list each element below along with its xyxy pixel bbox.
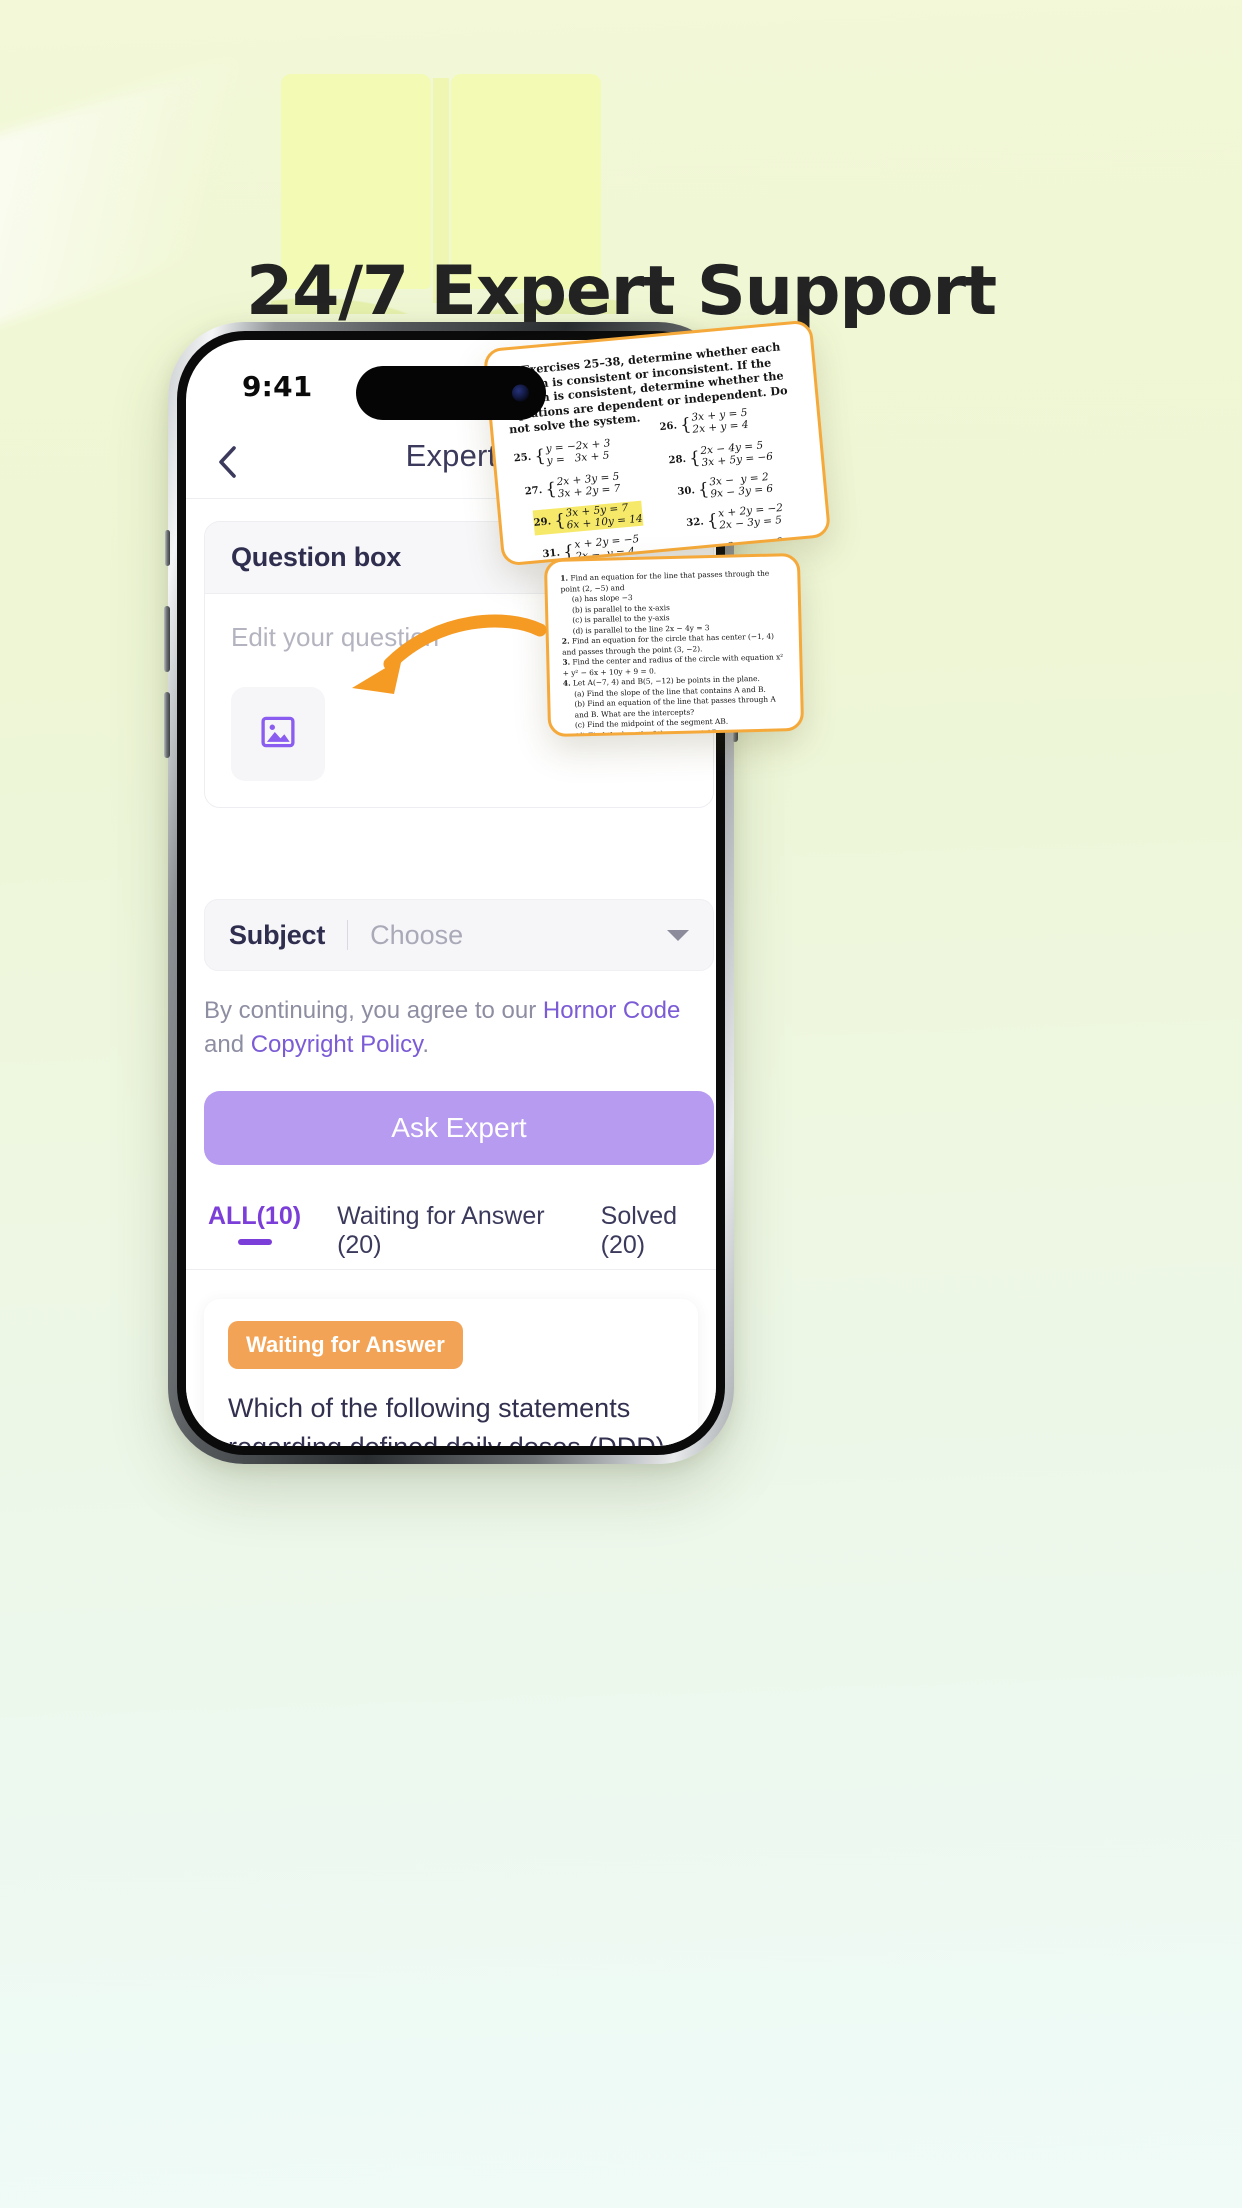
problem-32: 32. {x + 2y = −2 2x − 3y = 5 xyxy=(685,501,784,532)
problem-30: 30. {3x − y = 2 9x − 3y = 6 xyxy=(677,470,774,501)
status-time: 9:41 xyxy=(242,370,313,403)
question-card[interactable]: Waiting for Answer Which of the followin… xyxy=(204,1299,698,1446)
silent-switch[interactable] xyxy=(165,530,170,566)
tab-waiting[interactable]: Waiting for Answer (20) xyxy=(337,1202,571,1274)
volume-down-button[interactable] xyxy=(164,692,170,758)
subject-label: Subject xyxy=(229,919,326,950)
consent-text: By continuing, you agree to our Hornor C… xyxy=(204,994,704,1062)
tab-active-underline xyxy=(237,1239,272,1245)
problem-27: 27. {2x + 3y = 5 3x + 2y = 7 xyxy=(524,470,621,501)
tab-all-label: ALL(10) xyxy=(208,1202,302,1230)
chevron-down-icon[interactable] xyxy=(667,929,689,941)
pointer-arrow-icon xyxy=(352,614,547,694)
question-text: Which of the following statements regard… xyxy=(228,1393,665,1446)
tabs-divider xyxy=(186,1269,716,1270)
dynamic-island xyxy=(356,366,546,420)
volume-up-button[interactable] xyxy=(164,606,170,672)
problem-28: 28. {2x − 4y = 5 3x + 5y = −6 xyxy=(668,439,774,470)
subject-value: Choose xyxy=(370,919,464,950)
subject-divider xyxy=(347,920,349,950)
filter-tabs: ALL(10) Waiting for Answer (20) Solved (… xyxy=(186,1202,716,1272)
consent-prefix: By continuing, you agree to our xyxy=(204,997,543,1024)
worksheet-card-2: 1. Find an equation for the line that pa… xyxy=(543,552,805,738)
problem-25: 25. {y = −2x + 3y = 3x + 5 xyxy=(513,437,611,468)
subject-select[interactable]: Subject Choose xyxy=(204,899,714,971)
ask-expert-button[interactable]: Ask Expert xyxy=(204,1091,714,1165)
worksheet-2-list: 1. Find an equation for the line that pa… xyxy=(560,568,789,737)
tab-solved[interactable]: Solved (20) xyxy=(601,1202,716,1274)
consent-suffix: . xyxy=(422,1031,430,1059)
image-icon xyxy=(259,713,297,756)
image-upload-button[interactable] xyxy=(231,687,325,781)
page-title: 24/7 Expert Support xyxy=(246,252,997,331)
copyright-policy-link[interactable]: Copyright Policy xyxy=(251,1031,423,1058)
question-box-title: Question box xyxy=(231,542,402,572)
promo-page: 24/7 Expert Support 9:41 Expert Question… xyxy=(0,0,1242,2208)
consent-middle: and xyxy=(204,1031,251,1059)
front-camera-icon xyxy=(512,384,529,402)
honor-code-link[interactable]: Hornor Code xyxy=(543,997,680,1024)
tab-all[interactable]: ALL(10) xyxy=(208,1202,301,1245)
status-badge: Waiting for Answer xyxy=(228,1321,463,1369)
problem-29: 29. {3x + 5y = 7 6x + 10y = 14 xyxy=(532,500,644,536)
